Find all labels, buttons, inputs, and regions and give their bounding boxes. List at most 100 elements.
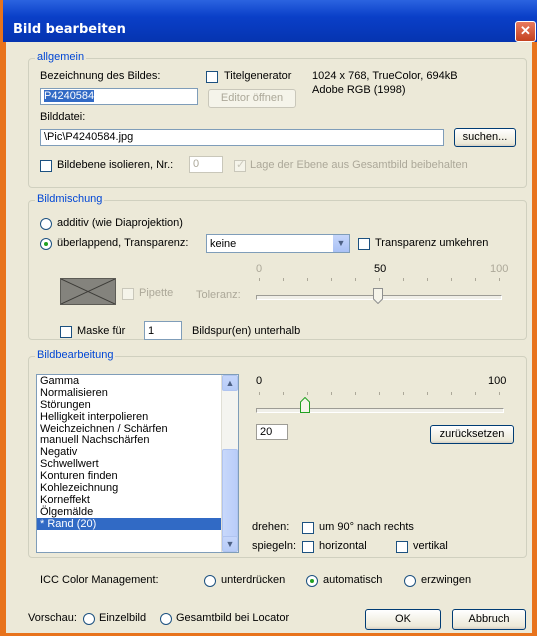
bilddatei-input[interactable]: \Pic\P4240584.jpg <box>40 129 444 146</box>
transparenz-select-value: keine <box>210 238 237 250</box>
filter-list-item[interactable]: Negativ <box>37 446 238 458</box>
slider-tick <box>379 278 380 281</box>
ueberlappend-radio[interactable] <box>40 238 52 250</box>
horizontal-checkbox[interactable] <box>302 541 314 553</box>
filter-slider-thumb[interactable] <box>300 397 311 413</box>
slider-tick <box>499 278 500 281</box>
isolieren-nr-input[interactable]: 0 <box>189 156 223 173</box>
dialog-body: allgemein Bezeichnung des Bildes: P42405… <box>6 42 532 633</box>
group-bildmischung-legend: Bildmischung <box>35 193 105 205</box>
ueberlappend-label: überlappend, Transparenz: <box>57 237 189 249</box>
drehen-option-label: um 90° nach rechts <box>319 521 414 533</box>
slider-tick <box>331 392 332 395</box>
bilddatei-label: Bilddatei: <box>40 111 86 123</box>
maske-spur-input[interactable]: 1 <box>144 321 182 340</box>
vertikal-checkbox[interactable] <box>396 541 408 553</box>
icc-unterdruecken-radio[interactable] <box>204 575 216 587</box>
titelgenerator-checkbox[interactable] <box>206 71 218 83</box>
pipette-checkbox[interactable] <box>122 288 134 300</box>
drehen-checkbox[interactable] <box>302 522 314 534</box>
image-info-profile: Adobe RGB (1998) <box>312 84 406 96</box>
slider-tick <box>259 392 260 395</box>
icc-label: ICC Color Management: <box>40 574 159 586</box>
slider-tick <box>379 392 380 395</box>
filter-list-scrollbar[interactable]: ▲ ▼ <box>221 375 238 552</box>
filter-list-item[interactable]: Schwellwert <box>37 458 238 470</box>
color-swatch[interactable] <box>60 278 116 305</box>
umkehren-checkbox[interactable] <box>358 238 370 250</box>
slider-tick <box>475 278 476 281</box>
titelgenerator-label: Titelgenerator <box>224 70 292 82</box>
slider-tick <box>475 392 476 395</box>
icc-unterdruecken-label: unterdrücken <box>221 574 286 586</box>
dialog-title: Bild bearbeiten <box>13 22 126 37</box>
maske-checkbox[interactable] <box>60 326 72 338</box>
slider-tick <box>451 392 452 395</box>
mix-slider-max: 100 <box>490 263 509 275</box>
slider-tick <box>331 278 332 281</box>
mix-slider-min: 0 <box>256 263 263 275</box>
slider-tick <box>307 392 308 395</box>
filter-list-item[interactable]: Korneffekt <box>37 494 238 506</box>
slider-tick <box>499 392 500 395</box>
ok-button[interactable]: OK <box>365 609 441 630</box>
gesamtbild-radio[interactable] <box>160 613 172 625</box>
zuruecksetzen-button[interactable]: zurücksetzen <box>430 425 514 444</box>
icc-erzwingen-radio[interactable] <box>404 575 416 587</box>
mix-slider-ticks <box>259 278 500 282</box>
slider-tick <box>307 278 308 281</box>
mix-slider-thumb[interactable] <box>373 288 383 304</box>
filter-list-item[interactable]: Helligkeit interpolieren <box>37 411 238 423</box>
bezeichnung-input[interactable]: P4240584 <box>40 88 198 105</box>
umkehren-label: Transparenz umkehren <box>375 237 489 249</box>
group-allgemein-legend: allgemein <box>35 51 87 63</box>
close-icon[interactable]: ✕ <box>515 21 536 42</box>
filter-list-item[interactable]: Normalisieren <box>37 387 238 399</box>
slider-tick <box>283 278 284 281</box>
horizontal-label: horizontal <box>319 540 367 552</box>
slider-tick <box>259 278 260 281</box>
slider-tick <box>403 278 404 281</box>
filter-list-item[interactable]: Kohlezeichnung <box>37 482 238 494</box>
filter-list-item[interactable]: Störungen <box>37 399 238 411</box>
scroll-down-icon[interactable]: ▼ <box>222 536 238 552</box>
filter-list-item[interactable]: Gamma <box>37 375 238 387</box>
additiv-radio[interactable] <box>40 218 52 230</box>
filter-slider-track[interactable] <box>256 408 504 413</box>
lage-checkbox[interactable] <box>234 158 246 172</box>
vertikal-label: vertikal <box>413 540 448 552</box>
mix-slider-mid: 50 <box>374 263 387 275</box>
slider-tick <box>403 392 404 395</box>
pipette-label: Pipette <box>139 287 174 299</box>
filter-list-item[interactable]: Weichzeichnen / Schärfen <box>37 423 238 435</box>
abbruch-button[interactable]: Abbruch <box>452 609 526 630</box>
filter-list-item[interactable]: Konturen finden <box>37 470 238 482</box>
filter-list-item[interactable]: manuell Nachschärfen <box>37 434 238 447</box>
additiv-label: additiv (wie Diaprojektion) <box>57 217 183 229</box>
scrollbar-thumb[interactable] <box>222 449 238 538</box>
editor-oeffnen-button[interactable]: Editor öffnen <box>208 89 296 108</box>
maske-label: Maske für <box>77 325 126 337</box>
slider-tick <box>355 392 356 395</box>
title-bar[interactable]: Bild bearbeiten ✕ <box>3 0 537 42</box>
icc-automatisch-radio[interactable] <box>306 575 318 587</box>
icc-erzwingen-label: erzwingen <box>421 574 472 586</box>
chevron-down-icon[interactable]: ▼ <box>333 235 349 252</box>
isolieren-label: Bildebene isolieren, Nr.: <box>57 159 174 171</box>
einzelbild-radio[interactable] <box>83 613 95 625</box>
scroll-up-icon[interactable]: ▲ <box>222 375 238 391</box>
isolieren-checkbox[interactable] <box>40 160 52 172</box>
filter-slider-ticks <box>259 392 500 396</box>
slider-tick <box>451 278 452 281</box>
suchen-button[interactable]: suchen... <box>454 128 516 147</box>
filter-list-item[interactable]: Ölgemälde <box>37 506 238 518</box>
group-bildbearbeitung-legend: Bildbearbeitung <box>35 349 116 361</box>
slider-tick <box>427 392 428 395</box>
transparenz-select[interactable]: keine ▼ <box>206 234 350 253</box>
filter-list-item[interactable]: * Rand (20) <box>37 517 238 530</box>
filter-value-display: 20 <box>256 424 288 440</box>
filter-list[interactable]: Gamma Normalisieren Störungen Helligkeit in… <box>36 374 239 553</box>
bildspur-label: Bildspur(en) unterhalb <box>192 325 301 337</box>
slider-tick <box>427 278 428 281</box>
bezeichnung-label: Bezeichnung des Bildes: <box>40 70 161 82</box>
